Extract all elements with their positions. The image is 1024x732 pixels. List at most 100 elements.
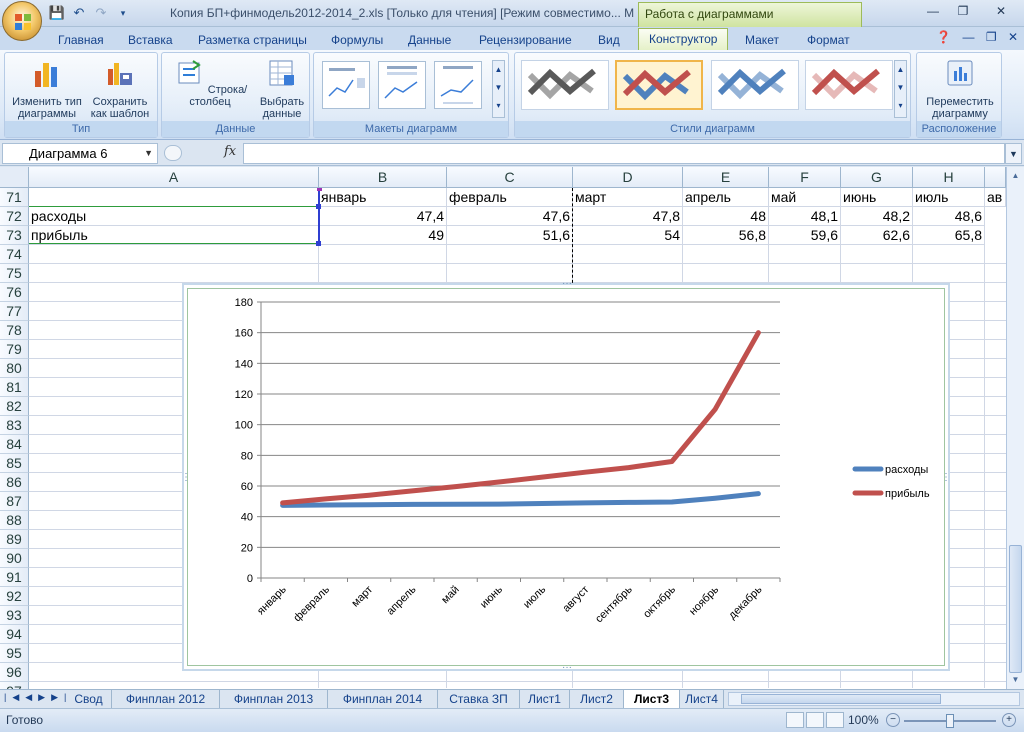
ribbon-minimize-icon[interactable]: — (962, 30, 974, 44)
tab-review[interactable]: Рецензирование (479, 30, 572, 50)
row-header[interactable]: 89 (0, 530, 29, 549)
zoom-level[interactable]: 100% (848, 713, 879, 727)
cancel-icon[interactable] (164, 145, 182, 161)
row-header[interactable]: 77 (0, 302, 29, 321)
layouts-scroll[interactable]: ▲ ▼ ▾ (492, 60, 505, 118)
row-header[interactable]: 97 (0, 682, 29, 689)
row-header[interactable]: 90 (0, 549, 29, 568)
row-header[interactable]: 80 (0, 359, 29, 378)
move-chart-button[interactable]: Переместить диаграмму (919, 57, 1001, 120)
chart-style-red[interactable] (805, 60, 893, 110)
sheet-tab-list3[interactable]: Лист3 (624, 690, 680, 708)
tab-formulas[interactable]: Формулы (331, 30, 383, 50)
tab-data[interactable]: Данные (408, 30, 451, 50)
minimize-icon[interactable]: — (918, 0, 948, 22)
restore-icon[interactable]: ❐ (948, 0, 978, 22)
row-header[interactable]: 93 (0, 606, 29, 625)
sheet-nav-buttons[interactable]: |◀◀▶▶| (4, 692, 72, 703)
normal-view-icon[interactable] (786, 712, 804, 728)
cell-e71[interactable]: апрель (683, 188, 769, 207)
chart-style-color-selected[interactable] (615, 60, 703, 110)
cell-f71[interactable]: май (769, 188, 841, 207)
cell-b71[interactable]: январь (319, 188, 447, 207)
chart-layout-2[interactable] (378, 61, 426, 109)
scroll-down-icon[interactable]: ▼ (1009, 673, 1022, 687)
save-icon[interactable]: 💾 (48, 4, 66, 22)
cell-h71[interactable]: июль (913, 188, 985, 207)
select-data-button[interactable]: Выбрать данные (256, 57, 308, 120)
chart-layout-1[interactable] (322, 61, 370, 109)
tab-design[interactable]: Конструктор (638, 28, 729, 51)
cell-c73[interactable]: 51,6 (447, 226, 573, 245)
zoom-slider-knob[interactable] (946, 714, 954, 728)
cell-f73[interactable]: 59,6 (769, 226, 841, 245)
cell-e72[interactable]: 48 (683, 207, 769, 226)
help-icon[interactable]: ❓ (936, 30, 951, 44)
cell-h72[interactable]: 48,6 (913, 207, 985, 226)
tab-page-layout[interactable]: Разметка страницы (198, 30, 307, 50)
styles-scroll[interactable]: ▲ ▼ ▾ (894, 60, 907, 118)
horizontal-scrollbar[interactable] (728, 692, 1020, 706)
row-header[interactable]: 92 (0, 587, 29, 606)
sheet-tab-finplan-2014[interactable]: Финплан 2014 (328, 690, 438, 708)
chevron-down-icon[interactable]: ▼ (144, 144, 153, 163)
row-header[interactable]: 73 (0, 226, 29, 245)
chart-area[interactable]: 0 20 40 60 80 100 120 140 160 180 январь февраль мар… (187, 288, 945, 666)
row-header[interactable]: 87 (0, 492, 29, 511)
customize-qat-icon[interactable]: ▾ (114, 4, 132, 22)
row-header[interactable]: 81 (0, 378, 29, 397)
cell-g73[interactable]: 62,6 (841, 226, 913, 245)
sheet-tab-stavka-zp[interactable]: Ставка ЗП (438, 690, 520, 708)
cell-c72[interactable]: 47,6 (447, 207, 573, 226)
tab-home[interactable]: Главная (58, 30, 104, 50)
row-header[interactable]: 71 (0, 188, 29, 207)
cell-i71[interactable]: ав (985, 188, 1006, 207)
cell-a71[interactable] (29, 188, 319, 207)
chart-layout-3[interactable] (434, 61, 482, 109)
sheet-tab-finplan-2012[interactable]: Финплан 2012 (112, 690, 220, 708)
row-header[interactable]: 82 (0, 397, 29, 416)
ribbon-close-icon[interactable]: ✕ (1008, 30, 1018, 44)
column-header-a[interactable]: A (29, 167, 319, 188)
range-handle-icon[interactable] (316, 204, 321, 209)
row-header[interactable]: 78 (0, 321, 29, 340)
cell-d73[interactable]: 54 (573, 226, 683, 245)
row-header[interactable]: 83 (0, 416, 29, 435)
row-header[interactable]: 72 (0, 207, 29, 226)
row-header[interactable]: 95 (0, 644, 29, 663)
column-header-g[interactable]: G (841, 167, 913, 188)
column-header-h[interactable]: H (913, 167, 985, 188)
close-icon[interactable]: ✕ (978, 0, 1024, 22)
horizontal-scroll-thumb[interactable] (741, 694, 941, 704)
cell-e73[interactable]: 56,8 (683, 226, 769, 245)
row-header[interactable]: 76 (0, 283, 29, 302)
zoom-out-icon[interactable]: − (886, 713, 900, 727)
formula-input[interactable] (243, 143, 1005, 164)
scroll-up-icon[interactable]: ▲ (1009, 169, 1022, 183)
sheet-tab-list4[interactable]: Лист4 (680, 690, 724, 708)
select-all-corner[interactable] (0, 167, 29, 188)
zoom-in-icon[interactable]: + (1002, 713, 1016, 727)
resize-handle-icon[interactable]: ⋮ (181, 473, 191, 483)
undo-icon[interactable]: ↶ (70, 4, 88, 22)
column-header-f[interactable]: F (769, 167, 841, 188)
cell-g71[interactable]: июнь (841, 188, 913, 207)
vertical-scrollbar[interactable]: ▲ ▼ (1006, 167, 1024, 689)
range-handle-icon[interactable] (316, 241, 321, 246)
change-chart-type-button[interactable]: Изменить тип диаграммы (9, 57, 85, 120)
resize-handle-icon[interactable]: ··· (562, 663, 572, 673)
row-header[interactable]: 86 (0, 473, 29, 492)
column-header-c[interactable]: C (447, 167, 573, 188)
page-layout-view-icon[interactable] (806, 712, 824, 728)
sheet-tab-svod[interactable]: Свод (66, 690, 112, 708)
chart-style-gray[interactable] (521, 60, 609, 110)
sheet-tab-finplan-2013[interactable]: Финплан 2013 (220, 690, 328, 708)
row-header[interactable]: 96 (0, 663, 29, 682)
column-header-b[interactable]: B (319, 167, 447, 188)
sheet-tab-list2[interactable]: Лист2 (570, 690, 624, 708)
office-button[interactable] (2, 1, 42, 41)
row-header[interactable]: 94 (0, 625, 29, 644)
redo-icon[interactable]: ↷ (92, 4, 110, 22)
tab-layout[interactable]: Макет (745, 30, 779, 50)
cell-g72[interactable]: 48,2 (841, 207, 913, 226)
